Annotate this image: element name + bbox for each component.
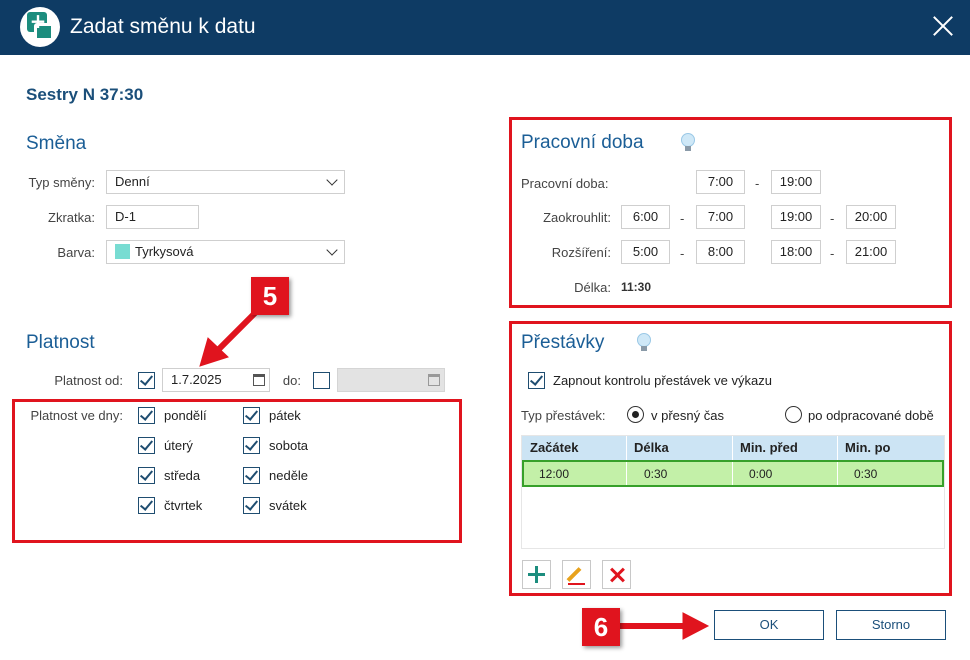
callout-6: 6	[582, 608, 620, 646]
callout-5: 5	[251, 277, 289, 315]
annotation-arrows	[199, 307, 710, 640]
